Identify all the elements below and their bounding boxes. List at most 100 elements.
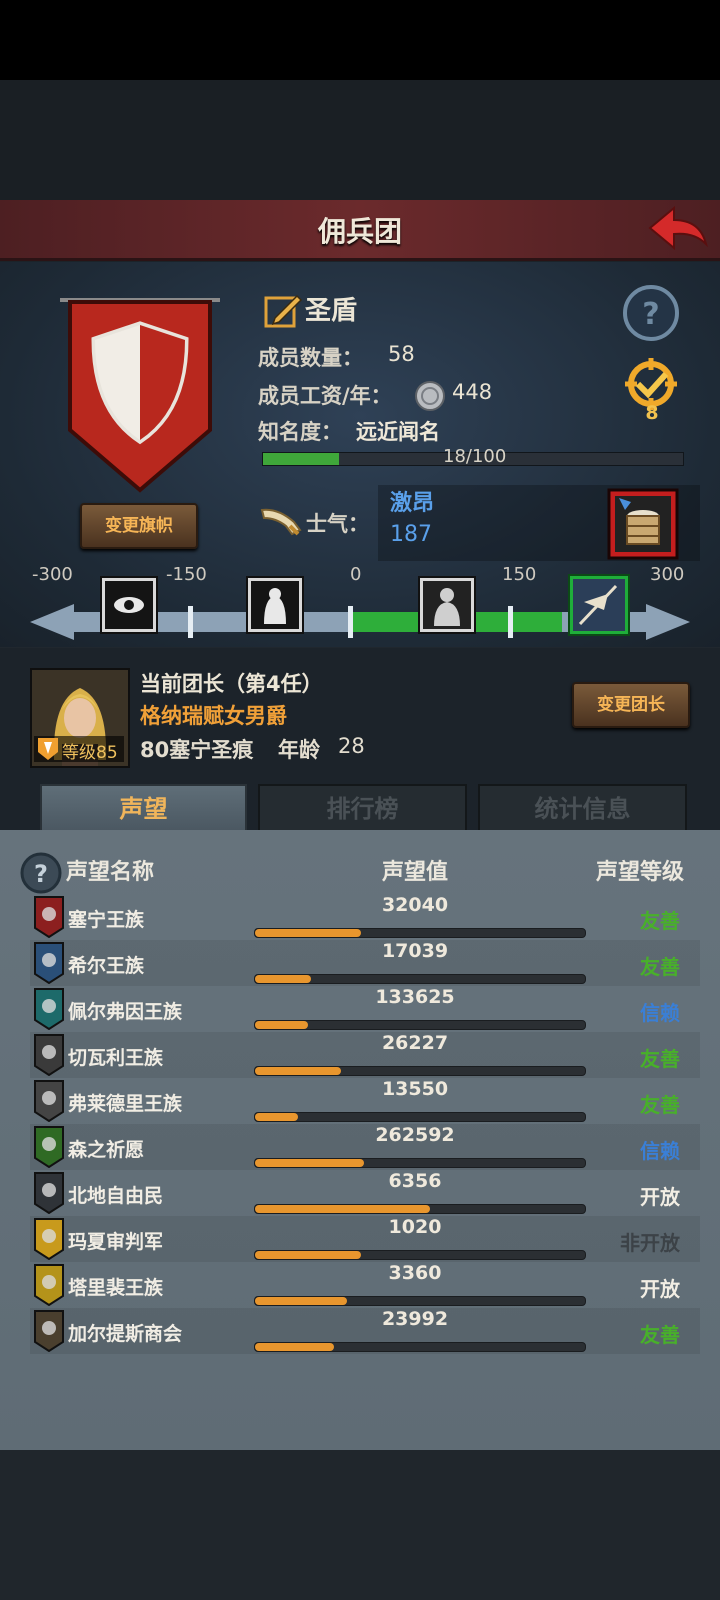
morale-tick-label: -150 [166,564,207,585]
faction-emblem-icon [34,1034,64,1076]
morale-label: 士气： [306,512,369,536]
column-header-level: 声望等级 [596,860,685,885]
reputation-bar [254,1342,586,1352]
reputation-value: 262592 [375,1124,455,1146]
change-leader-button[interactable]: 变更团长 [572,682,690,728]
tab-reputation[interactable]: 声望 [40,784,247,832]
tab-statistics[interactable]: 统计信息 [478,784,687,834]
reputation-bar [254,1020,586,1030]
silver-coin-icon [415,381,445,411]
faction-name: 加尔提斯商会 [68,1323,183,1345]
horn-icon [260,508,302,536]
reputation-value: 6356 [388,1170,442,1192]
mercenary-name: 圣盾 [305,296,358,326]
member-count-value: 58 [388,342,415,366]
column-header-name: 声望名称 [66,860,155,885]
faction-emblem-icon [34,1172,64,1214]
reputation-bar [254,1066,586,1076]
faction-name: 塔里裴王族 [68,1277,164,1299]
back-arrow-icon[interactable] [646,204,710,254]
leader-level-text: 等级85 [62,743,118,763]
edit-pen-icon[interactable] [263,290,303,330]
shield-banner-icon [60,298,220,493]
faction-emblem-icon [34,1310,64,1352]
salary-label: 成员工资/年： [258,384,392,408]
rank-badge-icon [38,738,58,760]
morale-tick-label: 300 [650,564,685,585]
morale-tick-label: 0 [350,564,362,585]
despair-figure-icon[interactable] [246,576,304,634]
leader-level-badge: 等级85 [34,736,124,763]
table-row[interactable]: 希尔王族 17039 友善 [30,940,700,986]
salary-value: 448 [452,380,493,404]
reputation-bar-fill [255,1343,335,1351]
morale-tick-label: -300 [32,564,73,585]
fame-value: 远近闻名 [356,420,440,444]
reputation-level: 友善 [640,955,680,979]
reputation-bar [254,1250,586,1260]
help-icon[interactable]: ? [622,284,680,342]
morale-tick-label: 150 [502,564,537,585]
eye-burst-icon[interactable] [100,576,158,634]
calm-figure-icon[interactable] [418,576,476,634]
faction-emblem-icon [34,942,64,984]
tab-leaderboard[interactable]: 排行榜 [258,784,467,834]
faction-name: 森之祈愿 [68,1139,145,1161]
column-header-value: 声望值 [382,860,449,885]
faction-emblem-icon [34,896,64,938]
war-banner-icon[interactable] [568,574,630,636]
reputation-bar-fill [255,1021,308,1029]
reputation-bar [254,974,586,984]
faction-name: 北地自由民 [68,1185,164,1207]
table-row[interactable]: 加尔提斯商会 23992 友善 [30,1308,700,1354]
faction-name: 切瓦利王族 [68,1047,164,1069]
reputation-level: 友善 [640,909,680,933]
table-row[interactable]: 塞宁王族 32040 友善 [30,894,700,940]
reputation-bar [254,1204,586,1214]
table-row[interactable]: 森之祈愿 262592 信赖 [30,1124,700,1170]
reputation-value: 17039 [381,940,449,962]
reputation-bar-fill [255,1251,361,1259]
table-row[interactable]: 佩尔弗因王族 133625 信赖 [30,986,700,1032]
table-row[interactable]: 弗莱德里王族 13550 友善 [30,1078,700,1124]
fame-progress-fill [263,453,339,465]
change-flag-button[interactable]: 变更旗帜 [80,503,198,549]
reputation-bar-fill [255,975,312,983]
reputation-bar-fill [255,1113,298,1121]
svg-text:?: ? [34,860,48,888]
reputation-value: 13550 [381,1078,449,1100]
leader-info: 80塞宁圣痕 [140,738,254,762]
barrel-icon[interactable] [607,488,679,560]
top-backdrop [0,80,720,200]
morale-state: 激昂 [390,491,435,516]
table-row[interactable]: 玛夏审判军 1020 非开放 [30,1216,700,1262]
reputation-bar-fill [255,1159,364,1167]
table-row[interactable]: 切瓦利王族 26227 友善 [30,1032,700,1078]
reputation-value: 3360 [388,1262,442,1284]
reputation-value: 1020 [388,1216,442,1238]
reputation-bar-fill [255,1297,348,1305]
faction-name: 玛夏审判军 [68,1231,164,1253]
faction-emblem-icon [34,1126,64,1168]
reputation-level: 开放 [640,1277,680,1301]
help-icon[interactable]: ? [20,852,62,894]
svg-text:?: ? [642,297,659,332]
reputation-level: 友善 [640,1093,680,1117]
reputation-level: 信赖 [640,1139,680,1163]
faction-emblem-icon [34,1080,64,1122]
leader-age-value: 28 [338,734,365,758]
reputation-bar-fill [255,1067,341,1075]
leader-title: 当前团长（第4任） [140,672,323,696]
reputation-bar-fill [255,1205,430,1213]
reputation-level: 友善 [640,1323,680,1347]
table-row[interactable]: 北地自由民 6356 开放 [30,1170,700,1216]
reputation-value: 23992 [381,1308,449,1330]
reputation-value: 26227 [381,1032,449,1054]
table-row[interactable]: 塔里裴王族 3360 开放 [30,1262,700,1308]
morale-value: 187 [390,522,432,547]
reputation-bar [254,1296,586,1306]
reputation-bar-fill [255,929,361,937]
leader-age-label: 年龄 [278,738,320,762]
faction-emblem-icon [34,1218,64,1260]
reputation-value: 32040 [381,894,449,916]
